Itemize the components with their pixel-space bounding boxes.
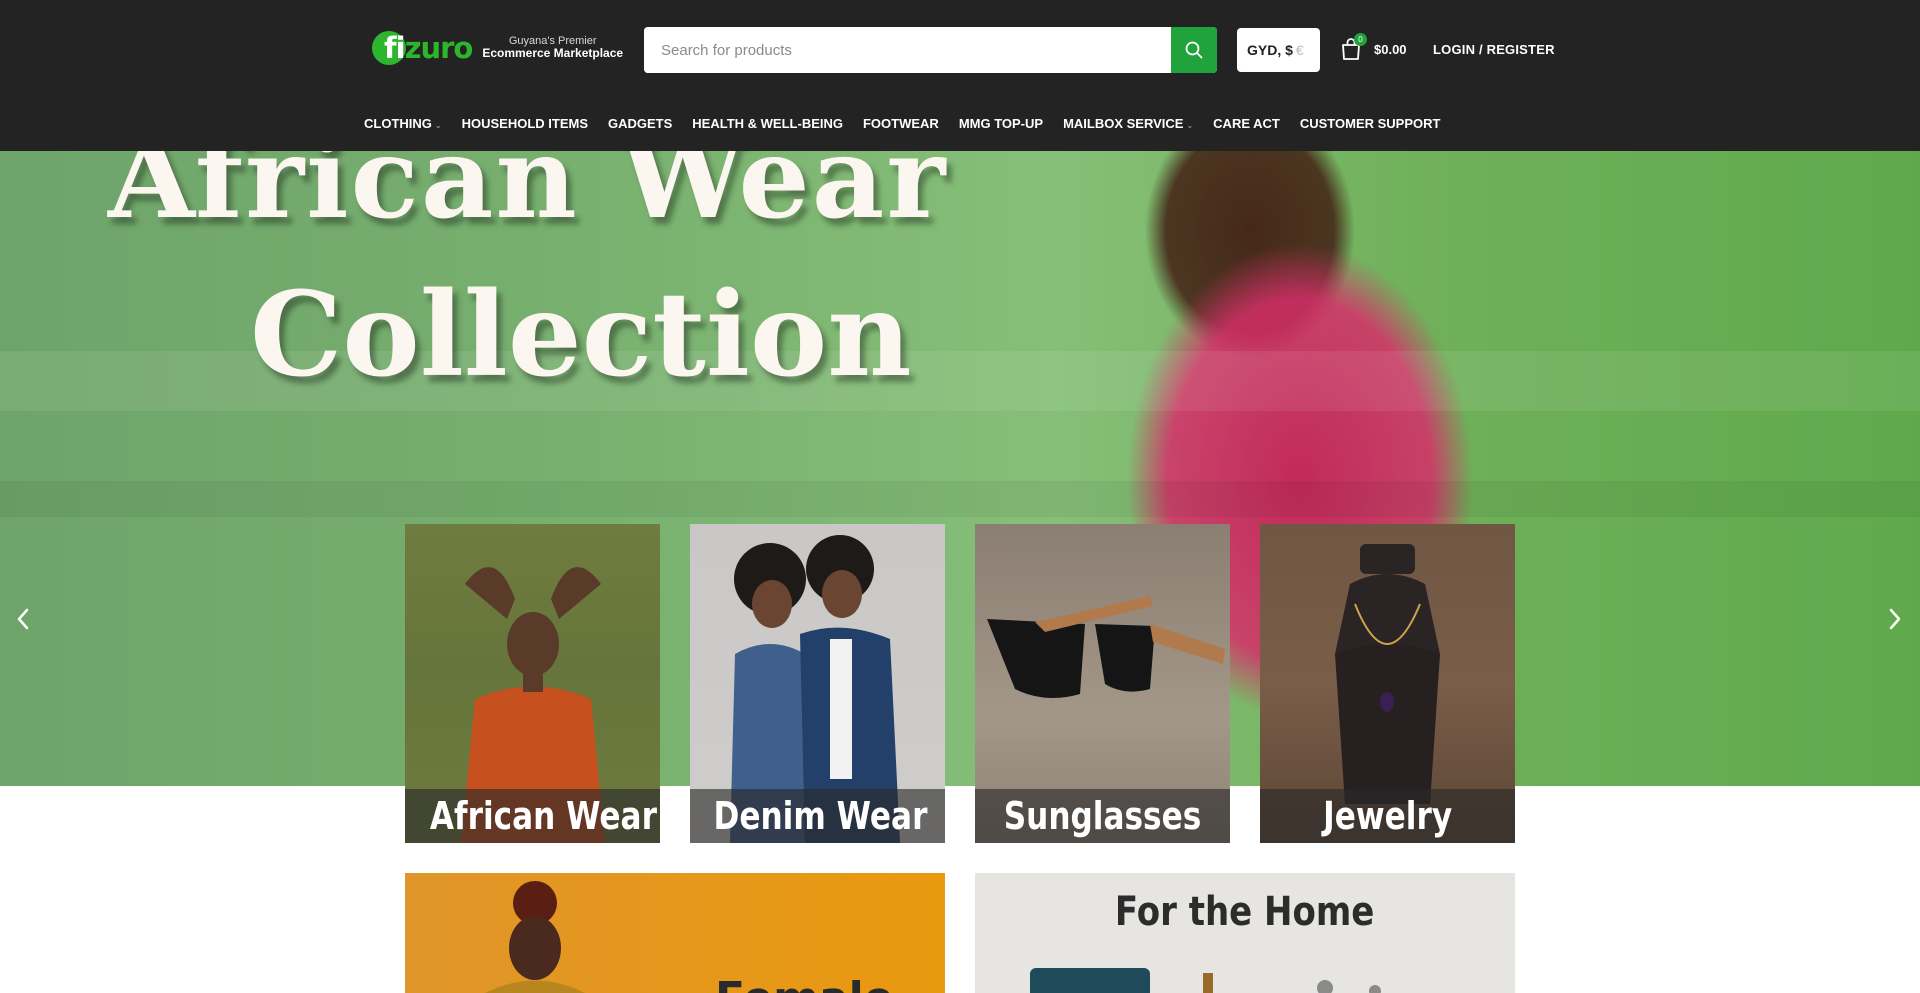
chevron-right-icon — [1889, 608, 1901, 630]
nav-item-footwear[interactable]: FOOTWEAR — [863, 116, 939, 131]
nav-item-care-act[interactable]: CARE ACT — [1213, 116, 1280, 131]
category-card-african-wear[interactable]: African Wear — [405, 524, 660, 843]
home-banner-image — [1030, 968, 1381, 993]
banner-female-title: Female — [715, 973, 894, 993]
hero-background-panel — [0, 481, 1920, 517]
chevron-left-icon — [17, 608, 29, 630]
tagline-line-2: Ecommerce Marketplace — [482, 46, 624, 61]
currency-switcher[interactable]: GYD, $ € — [1237, 28, 1320, 72]
slider-prev-button[interactable] — [8, 599, 38, 639]
category-label: Jewelry — [1260, 789, 1515, 843]
category-label: Denim Wear — [690, 789, 945, 843]
category-card-jewelry[interactable]: Jewelry — [1260, 524, 1515, 843]
category-label: Sunglasses — [975, 789, 1230, 843]
hero-title-line-1: African Wear — [108, 151, 948, 244]
logo-text-accent: fi — [384, 31, 406, 65]
nav-item-mmg-top-up[interactable]: MMG TOP-UP — [959, 116, 1043, 131]
nav-item-mailbox-service[interactable]: MAILBOX SERVICE ⌄ — [1063, 116, 1193, 131]
nav-item-label: CLOTHING — [364, 116, 432, 131]
nav-item-gadgets[interactable]: GADGETS — [608, 116, 672, 131]
nav-item-clothing[interactable]: CLOTHING ⌄ — [364, 116, 442, 131]
hero-title-line-2: Collection — [250, 267, 912, 403]
search-input[interactable] — [644, 27, 1171, 73]
currency-label: GYD, $ — [1247, 42, 1293, 58]
slider-next-button[interactable] — [1880, 599, 1910, 639]
category-label: African Wear — [405, 789, 660, 843]
search-bar — [644, 27, 1217, 73]
site-header: fizuro Guyana's Premier Ecommerce Market… — [0, 0, 1920, 151]
login-register-link[interactable]: LOGIN / REGISTER — [1433, 42, 1555, 57]
cart-button[interactable]: 0 $0.00 — [1340, 33, 1407, 61]
nav-item-label: MAILBOX SERVICE — [1063, 116, 1184, 131]
shopping-bag-icon: 0 — [1340, 33, 1367, 61]
banner-for-the-home[interactable]: For the Home — [975, 873, 1515, 993]
chevron-down-icon: ⌄ — [1186, 121, 1194, 130]
banner-female[interactable]: Female — [405, 873, 945, 993]
nav-item-customer-support[interactable]: CUSTOMER SUPPORT — [1300, 116, 1441, 131]
search-icon — [1185, 41, 1203, 59]
logo-text-main: zuro — [404, 31, 474, 65]
search-button[interactable] — [1171, 27, 1217, 73]
hero-slider[interactable]: African Wear Collection — [0, 151, 1920, 786]
nav-item-health-well-being[interactable]: HEALTH & WELL-BEING — [692, 116, 843, 131]
chevron-down-icon: ⌄ — [434, 121, 442, 130]
category-card-denim-wear[interactable]: Denim Wear — [690, 524, 945, 843]
main-nav: CLOTHING ⌄ HOUSEHOLD ITEMS GADGETS HEALTH… — [364, 116, 1440, 131]
nav-item-household-items[interactable]: HOUSEHOLD ITEMS — [462, 116, 588, 131]
cart-count-badge: 0 — [1354, 33, 1367, 46]
currency-alt: € — [1295, 42, 1304, 58]
logo-tagline: Guyana's Premier Ecommerce Marketplace — [482, 35, 623, 61]
site-logo[interactable]: fizuro Guyana's Premier Ecommerce Market… — [372, 28, 623, 68]
cart-total: $0.00 — [1374, 41, 1407, 57]
category-card-sunglasses[interactable]: Sunglasses — [975, 524, 1230, 843]
logo-wordmark: fizuro — [384, 31, 474, 65]
